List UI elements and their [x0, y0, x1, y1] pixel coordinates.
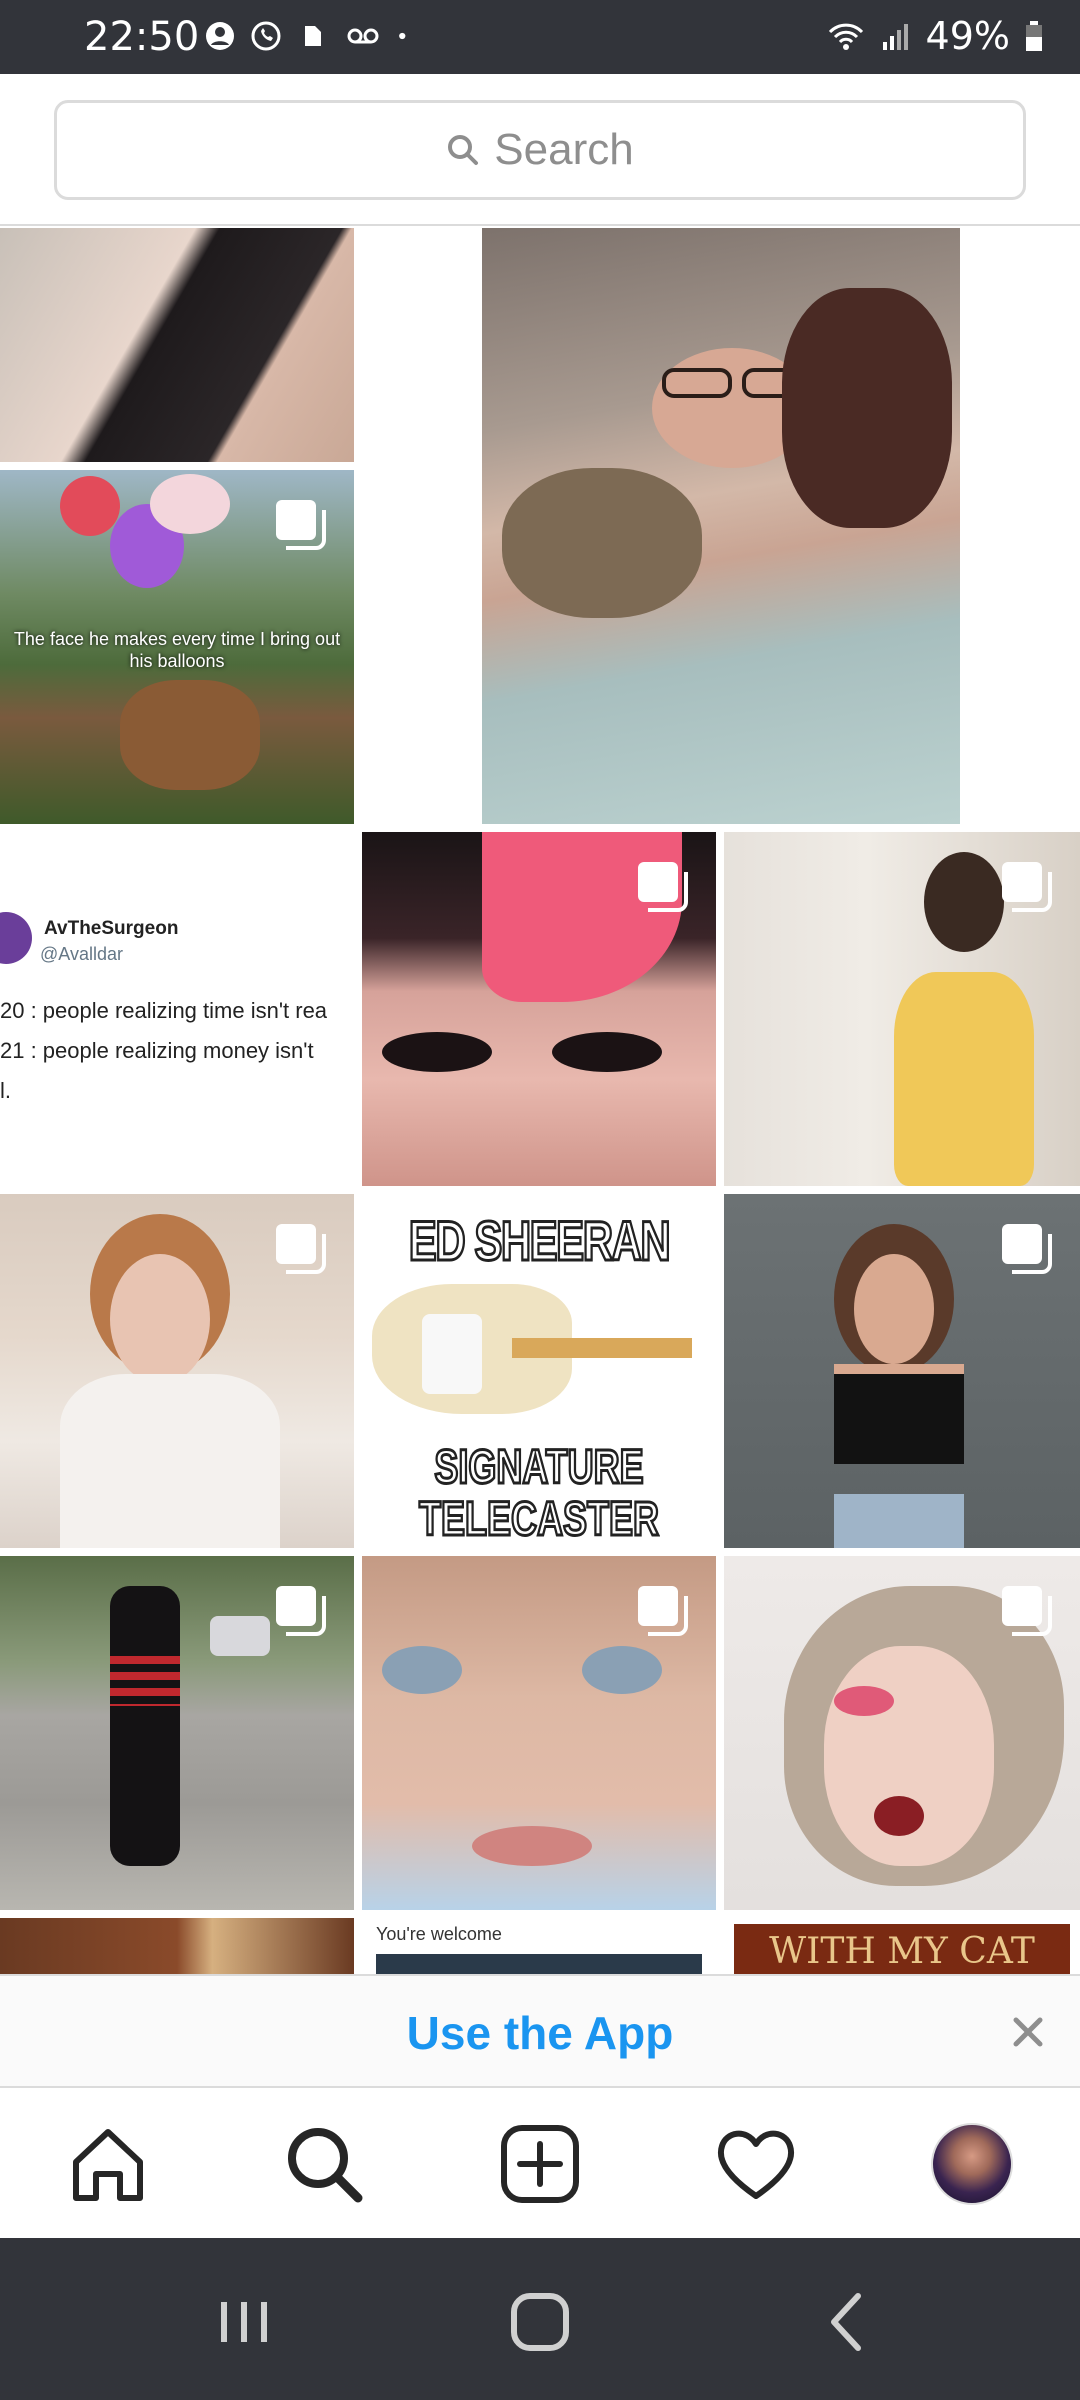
multiple-images-icon	[276, 1224, 326, 1274]
post-tile-pink-eye-makeup[interactable]	[724, 1556, 1080, 1910]
post-tile-tweet[interactable]: AvTheSurgeon @Avalldar 20 : people reali…	[0, 832, 354, 1186]
multiple-images-icon	[1002, 862, 1052, 912]
post-caption: The face he makes every time I bring out…	[13, 629, 341, 671]
post-tile-black-top-selfie[interactable]	[724, 1194, 1080, 1548]
post-text: You're welcome	[376, 1924, 502, 1944]
battery-icon	[1026, 21, 1042, 51]
post-tile-street-outfit[interactable]	[0, 1556, 354, 1910]
account-icon	[206, 22, 234, 50]
tweet-avatar	[0, 912, 32, 964]
meme-top-text: ED SHEERAN	[408, 1208, 672, 1274]
post-tile-partial-1[interactable]	[0, 1918, 354, 1974]
post-tile-partial-3[interactable]: WITH MY CAT	[724, 1918, 1080, 1974]
multiple-images-icon	[1002, 1224, 1052, 1274]
home-icon	[73, 2129, 143, 2201]
post-tile-ed-sheeran-meme[interactable]: ED SHEERAN SIGNATURE TELECASTER	[362, 1194, 716, 1548]
meme-bottom-text: TELECASTER	[418, 1492, 660, 1547]
post-tile-cat-kiss[interactable]	[482, 228, 960, 824]
search-icon	[288, 2128, 363, 2203]
tweet-text-line: l.	[0, 1078, 11, 1103]
heart-icon	[717, 2130, 795, 2199]
recent-apps-icon[interactable]	[204, 2282, 284, 2362]
profile-avatar	[931, 2123, 1013, 2205]
use-the-app-banner: Use the App	[0, 1974, 1080, 2088]
post-tile-braided-hair[interactable]	[0, 1194, 354, 1548]
system-navigation-bar	[0, 2238, 1080, 2400]
meme-bottom-text: SIGNATURE	[433, 1440, 645, 1495]
multiple-images-icon	[276, 500, 326, 550]
battery-percentage: 49%	[925, 14, 1010, 58]
status-time: 22:50	[84, 14, 200, 60]
explore-grid: The face he makes every time I bring out…	[0, 228, 1080, 1974]
post-tile-yellow-dress[interactable]	[724, 832, 1080, 1186]
bottom-navigation	[0, 2090, 1080, 2238]
nav-activity[interactable]	[706, 2114, 806, 2214]
home-button-icon[interactable]	[500, 2282, 580, 2362]
status-notification-icons	[204, 20, 416, 52]
evernote-icon	[305, 26, 321, 46]
multiple-images-icon	[1002, 1586, 1052, 1636]
post-tile-selfie[interactable]	[0, 228, 354, 462]
nav-new-post[interactable]	[490, 2114, 590, 2214]
tweet-text-line: 21 : people realizing money isn't	[0, 1038, 314, 1063]
multiple-images-icon	[638, 862, 688, 912]
search-header: Search	[0, 74, 1080, 226]
nav-profile[interactable]	[922, 2114, 1022, 2214]
tweet-author-name: AvTheSurgeon	[44, 918, 179, 939]
new-post-icon	[501, 2125, 579, 2203]
back-icon[interactable]	[808, 2282, 888, 2362]
dot-icon	[399, 32, 406, 40]
search-input[interactable]: Search	[54, 100, 1026, 200]
post-tile-partial-2[interactable]: You're welcome	[362, 1918, 716, 1974]
status-system-icons: 49%	[826, 14, 1044, 58]
post-tile-dog-balloons[interactable]: The face he makes every time I bring out…	[0, 470, 354, 824]
nav-home[interactable]	[58, 2114, 158, 2214]
tweet-author-handle: @Avalldar	[40, 944, 123, 964]
signal-icon	[882, 24, 908, 50]
tweet-text-line: 20 : people realizing time isn't rea	[0, 998, 328, 1023]
post-tile-spider-lashes[interactable]	[362, 1556, 716, 1910]
search-icon	[448, 135, 479, 165]
status-bar: 22:50 49%	[0, 0, 1080, 74]
multiple-images-icon	[638, 1586, 688, 1636]
search-placeholder: Search	[494, 125, 634, 174]
post-text: WITH MY CAT	[734, 1924, 1070, 1974]
wifi-icon	[828, 23, 863, 50]
use-the-app-button[interactable]: Use the App	[0, 2006, 1080, 2060]
multiple-images-icon	[276, 1586, 326, 1636]
voicemail-icon	[347, 28, 379, 44]
post-tile-pink-hair-makeup[interactable]	[362, 832, 716, 1186]
close-icon[interactable]	[1006, 2010, 1050, 2054]
whatsapp-icon	[251, 21, 281, 51]
nav-search[interactable]	[274, 2114, 374, 2214]
